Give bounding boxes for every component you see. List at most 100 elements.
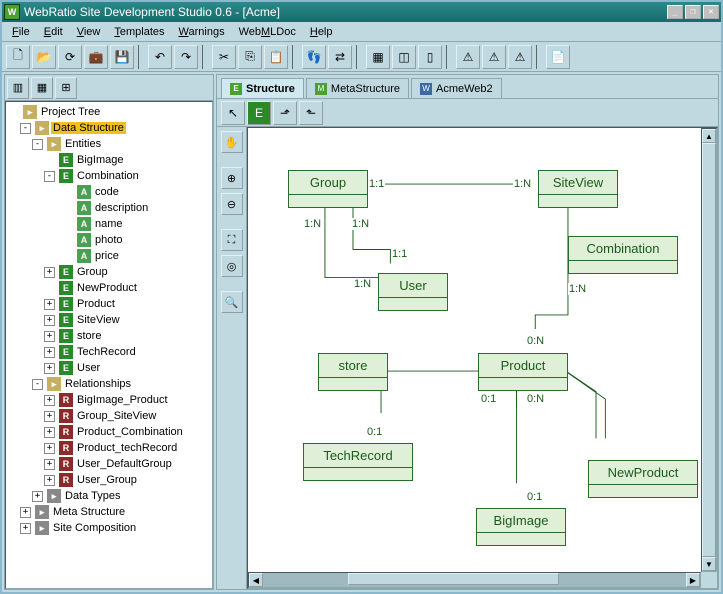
expand-icon[interactable]: +: [44, 331, 55, 342]
entity-bigimage[interactable]: BigImage: [476, 508, 566, 546]
layout2-icon[interactable]: ◫: [392, 45, 416, 69]
tree-entity[interactable]: BigImage: [75, 154, 125, 166]
tree-entity[interactable]: NewProduct: [75, 282, 139, 294]
tree-attr[interactable]: price: [93, 250, 121, 262]
doc-icon[interactable]: 📄: [546, 45, 570, 69]
layout1-icon[interactable]: ▦: [366, 45, 390, 69]
zoom100-icon[interactable]: ◎: [221, 255, 243, 277]
tree-entity[interactable]: Group: [75, 266, 110, 278]
tree-rel[interactable]: Product_techRecord: [75, 442, 179, 454]
tab-acmeweb2[interactable]: WAcmeWeb2: [411, 78, 502, 98]
tree-rel[interactable]: Product_Combination: [75, 426, 185, 438]
tree-entity[interactable]: User: [75, 362, 102, 374]
copy-icon[interactable]: ⎘: [238, 45, 262, 69]
tree-btn2[interactable]: ▦: [31, 77, 53, 99]
maximize-button[interactable]: ❐: [685, 5, 701, 19]
zoomfit-icon[interactable]: ⛶: [221, 229, 243, 251]
hand-icon[interactable]: ✋: [221, 131, 243, 153]
entity-newproduct[interactable]: NewProduct: [588, 460, 698, 498]
expand-icon[interactable]: +: [44, 299, 55, 310]
tree-attr[interactable]: name: [93, 218, 125, 230]
connector1-icon[interactable]: ⬏: [273, 101, 297, 125]
tree-entity[interactable]: Combination: [75, 170, 141, 182]
tree-data-structure[interactable]: Data Structure: [51, 122, 126, 134]
warn3-icon[interactable]: ⚠: [508, 45, 532, 69]
redo-icon[interactable]: ↷: [174, 45, 198, 69]
horizontal-scrollbar[interactable]: ◀▶: [248, 572, 701, 588]
layout3-icon[interactable]: ▯: [418, 45, 442, 69]
menu-view[interactable]: View: [71, 24, 107, 40]
entity-group[interactable]: Group: [288, 170, 368, 208]
tree-rel[interactable]: Group_SiteView: [75, 410, 158, 422]
tree-entity[interactable]: Product: [75, 298, 117, 310]
paste-icon[interactable]: 📋: [264, 45, 288, 69]
scroll-right-icon[interactable]: ▶: [686, 573, 700, 587]
expand-icon[interactable]: +: [44, 443, 55, 454]
collapse-icon[interactable]: -: [44, 171, 55, 182]
scroll-left-icon[interactable]: ◀: [249, 573, 263, 587]
expand-icon[interactable]: +: [32, 491, 43, 502]
zoomregion-icon[interactable]: 🔍: [221, 291, 243, 313]
warn1-icon[interactable]: ⚠: [456, 45, 480, 69]
tree-attr[interactable]: code: [93, 186, 121, 198]
expand-icon[interactable]: +: [44, 475, 55, 486]
expand-icon[interactable]: +: [44, 267, 55, 278]
expand-icon[interactable]: +: [44, 395, 55, 406]
tree-rel[interactable]: User_DefaultGroup: [75, 458, 174, 470]
expand-icon[interactable]: +: [44, 347, 55, 358]
menu-warnings[interactable]: Warnings: [173, 24, 231, 40]
zoomin-icon[interactable]: ⊕: [221, 167, 243, 189]
tree-attr[interactable]: photo: [93, 234, 125, 246]
find-icon[interactable]: 👣: [302, 45, 326, 69]
scroll-down-icon[interactable]: ▼: [702, 557, 716, 571]
tree-entities[interactable]: Entities: [63, 138, 103, 150]
scroll-up-icon[interactable]: ▲: [702, 129, 716, 143]
entity-techrecord[interactable]: TechRecord: [303, 443, 413, 481]
tree-entity[interactable]: store: [75, 330, 103, 342]
expand-icon[interactable]: +: [20, 507, 31, 518]
menu-file[interactable]: File: [6, 24, 36, 40]
briefcase-icon[interactable]: 💼: [84, 45, 108, 69]
tree-relationships[interactable]: Relationships: [63, 378, 133, 390]
expand-icon[interactable]: +: [44, 315, 55, 326]
save-icon[interactable]: 💾: [110, 45, 134, 69]
entity-siteview[interactable]: SiteView: [538, 170, 618, 208]
entity-tool-icon[interactable]: E: [247, 101, 271, 125]
tab-structure[interactable]: EStructure: [221, 78, 304, 98]
menu-edit[interactable]: Edit: [38, 24, 69, 40]
tree-entity[interactable]: TechRecord: [75, 346, 138, 358]
replace-icon[interactable]: ⇄: [328, 45, 352, 69]
refresh-icon[interactable]: ⟳: [58, 45, 82, 69]
tree-rel[interactable]: BigImage_Product: [75, 394, 170, 406]
expand-icon[interactable]: +: [20, 523, 31, 534]
close-button[interactable]: ✕: [703, 5, 719, 19]
new-icon[interactable]: 🗋: [6, 45, 30, 69]
expand-icon[interactable]: +: [44, 411, 55, 422]
tree-root[interactable]: Project Tree: [39, 106, 102, 118]
warn2-icon[interactable]: ⚠: [482, 45, 506, 69]
pointer-icon[interactable]: ↖: [221, 101, 245, 125]
tree-meta[interactable]: Meta Structure: [51, 506, 127, 518]
expand-icon[interactable]: +: [44, 363, 55, 374]
zoomout-icon[interactable]: ⊖: [221, 193, 243, 215]
collapse-icon[interactable]: -: [32, 379, 43, 390]
tree-btn1[interactable]: ▥: [7, 77, 29, 99]
expand-icon[interactable]: +: [44, 427, 55, 438]
tree-attr[interactable]: description: [93, 202, 150, 214]
menu-webmldoc[interactable]: WebMLDoc: [233, 24, 302, 40]
tree-btn3[interactable]: ⊞: [55, 77, 77, 99]
vertical-scrollbar[interactable]: ▲▼: [701, 128, 717, 572]
minimize-button[interactable]: _: [667, 5, 683, 19]
collapse-icon[interactable]: -: [20, 123, 31, 134]
menu-templates[interactable]: Templates: [108, 24, 170, 40]
entity-combination[interactable]: Combination: [568, 236, 678, 274]
open-icon[interactable]: 📂: [32, 45, 56, 69]
entity-product[interactable]: Product: [478, 353, 568, 391]
undo-icon[interactable]: ↶: [148, 45, 172, 69]
cut-icon[interactable]: ✂: [212, 45, 236, 69]
menu-help[interactable]: Help: [304, 24, 339, 40]
tree-rel[interactable]: User_Group: [75, 474, 139, 486]
tree-entity[interactable]: SiteView: [75, 314, 122, 326]
expand-icon[interactable]: +: [44, 459, 55, 470]
entity-user[interactable]: User: [378, 273, 448, 311]
